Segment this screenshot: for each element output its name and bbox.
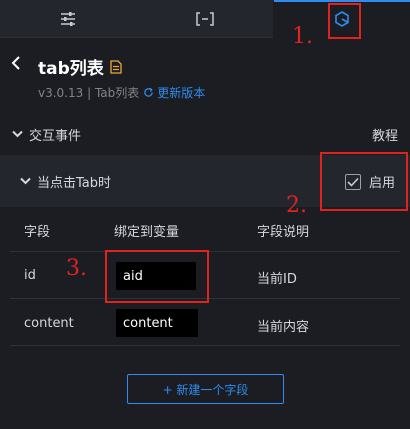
tab-data[interactable]: [137, 0, 274, 38]
tutorial-link[interactable]: 教程: [372, 125, 398, 144]
update-version-label: 更新版本: [157, 86, 206, 100]
version-text: v3.0.13 | Tab列表: [38, 86, 140, 100]
annotation-number-3: 3.: [66, 256, 87, 281]
field-name: content: [24, 316, 74, 331]
table-header-row: 字段 绑定到变量 字段说明: [10, 208, 400, 252]
column-header-field: 字段: [24, 225, 51, 240]
document-icon[interactable]: [110, 59, 122, 74]
back-arrow-icon[interactable]: [10, 56, 24, 70]
column-header-variable: 绑定到变量: [114, 225, 180, 240]
variable-input[interactable]: content: [116, 309, 198, 337]
chevron-down-icon: [20, 177, 31, 185]
field-name: id: [24, 268, 36, 283]
table-row: content content 当前内容: [10, 299, 400, 346]
update-version-link[interactable]: 更新版本: [143, 84, 205, 101]
component-title: tab列表: [38, 59, 104, 79]
interaction-events-section[interactable]: 交互事件 教程: [0, 124, 410, 144]
annotation-box-2: [320, 152, 408, 211]
event-label: 当点击Tab时: [37, 175, 112, 191]
field-description: 当前内容: [257, 320, 310, 335]
annotation-box-1: [328, 3, 361, 39]
annotation-box-3: [105, 250, 209, 303]
tab-style[interactable]: [0, 0, 137, 38]
column-header-description: 字段说明: [257, 225, 310, 240]
annotation-number-1: 1.: [292, 24, 313, 49]
interaction-events-label: 交互事件: [29, 128, 82, 144]
add-field-button[interactable]: + 新建一个字段: [127, 374, 284, 404]
bracket-icon: [196, 12, 214, 26]
field-description: 当前ID: [257, 272, 297, 287]
chevron-down-icon: [12, 130, 23, 138]
sliders-icon: [61, 12, 76, 26]
refresh-icon: [144, 87, 154, 97]
